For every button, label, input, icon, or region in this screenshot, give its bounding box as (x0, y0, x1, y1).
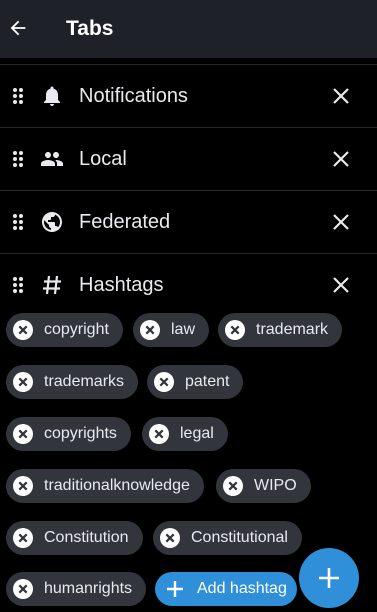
remove-circle-icon[interactable] (154, 372, 174, 392)
remove-circle-icon[interactable] (140, 320, 160, 340)
hashtag-label: copyright (44, 321, 109, 338)
hashtag-label: copyrights (44, 425, 117, 442)
drag-handle-icon[interactable] (12, 213, 24, 231)
globe-icon (42, 212, 62, 232)
hashtag-chip[interactable]: Constitution (6, 521, 143, 555)
tab-label: Hashtags (79, 274, 164, 296)
drag-handle-icon[interactable] (12, 87, 24, 105)
hashtag-label: patent (185, 373, 230, 390)
drag-handle-icon[interactable] (12, 150, 24, 168)
remove-tab-icon[interactable] (332, 150, 350, 168)
drag-handle-icon[interactable] (12, 276, 24, 294)
tab-row-notifications[interactable]: Notifications (0, 64, 377, 127)
hashtag-label: traditionalknowledge (44, 477, 190, 494)
page-title: Tabs (66, 17, 114, 40)
hashtag-chip[interactable]: trademark (218, 313, 343, 347)
hash-icon (43, 275, 61, 295)
hashtag-label: Constitution (44, 529, 129, 546)
remove-circle-icon[interactable] (13, 528, 33, 548)
plus-icon (319, 568, 339, 588)
hashtag-label: legal (180, 425, 214, 442)
hashtag-label: Constitutional (191, 529, 288, 546)
tab-row-federated[interactable]: Federated (0, 190, 377, 253)
hashtag-chip[interactable]: copyright (6, 313, 123, 347)
tab-row-local[interactable]: Local (0, 127, 377, 190)
remove-circle-icon[interactable] (160, 528, 180, 548)
tab-row-hashtags[interactable]: Hashtags (0, 253, 377, 316)
hashtag-chip[interactable]: traditionalknowledge (6, 469, 204, 503)
hashtag-label: humanrights (44, 580, 133, 597)
hashtag-chip[interactable]: law (133, 313, 210, 347)
hashtag-chip[interactable]: Constitutional (153, 521, 302, 555)
remove-circle-icon[interactable] (13, 424, 33, 444)
app-bar: Tabs (0, 0, 377, 58)
remove-circle-icon[interactable] (13, 372, 33, 392)
tab-list: Notifications Local Federated Hashtags (0, 64, 377, 316)
hashtag-label: WIPO (254, 477, 297, 494)
hashtag-label: trademarks (44, 373, 125, 390)
remove-circle-icon[interactable] (223, 476, 243, 496)
remove-circle-icon[interactable] (149, 424, 169, 444)
hashtag-chip[interactable]: humanrights (6, 572, 147, 606)
hashtag-chip[interactable]: trademarks (6, 365, 139, 399)
plus-icon (167, 581, 183, 597)
back-arrow-icon[interactable] (7, 17, 29, 39)
people-icon (41, 152, 63, 166)
add-hashtag-label: Add hashtag (197, 580, 287, 597)
tab-label: Federated (79, 211, 171, 233)
tab-label: Notifications (79, 85, 188, 107)
bell-icon (44, 86, 60, 106)
add-hashtag-button[interactable]: Add hashtag (155, 572, 297, 606)
hashtag-chip[interactable]: copyrights (6, 417, 131, 451)
remove-circle-icon[interactable] (13, 579, 33, 599)
hashtag-chip[interactable]: legal (142, 417, 228, 451)
remove-tab-icon[interactable] (332, 213, 350, 231)
hashtag-chip[interactable]: patent (147, 365, 244, 399)
hashtag-chip[interactable]: WIPO (216, 469, 311, 503)
hashtag-label: trademark (256, 321, 329, 338)
add-tab-fab[interactable] (299, 548, 359, 608)
remove-circle-icon[interactable] (13, 320, 33, 340)
remove-circle-icon[interactable] (225, 320, 245, 340)
remove-tab-icon[interactable] (332, 87, 350, 105)
remove-circle-icon[interactable] (13, 476, 33, 496)
remove-tab-icon[interactable] (332, 276, 350, 294)
tab-label: Local (79, 148, 127, 170)
hashtag-label: law (171, 321, 196, 338)
